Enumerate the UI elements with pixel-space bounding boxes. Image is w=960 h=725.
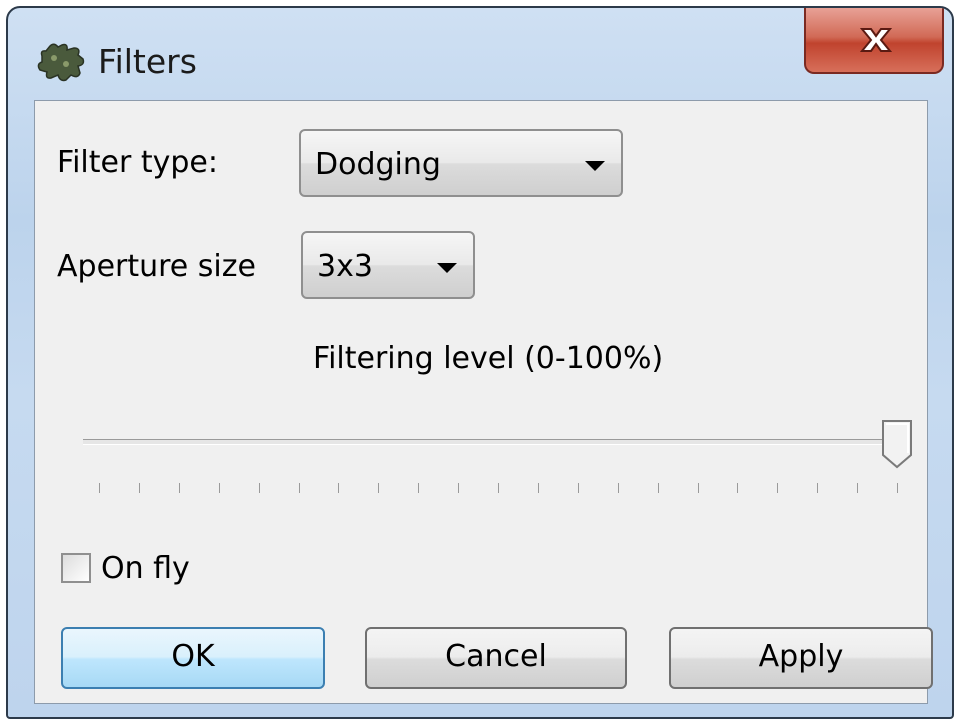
filter-type-value: Dodging [315,147,441,182]
window-title: Filters [98,42,197,81]
filter-type-dropdown[interactable]: Dodging [299,129,623,197]
slider-tick [218,483,220,493]
slider-tick [298,483,300,493]
close-icon [859,28,893,52]
apply-button[interactable]: Apply [669,627,933,689]
cancel-button[interactable]: Cancel [365,627,627,689]
slider-tick [378,483,380,493]
slider-tick [418,483,420,493]
slider-tick [737,483,739,493]
slider-tick [817,483,819,493]
slider-tick [657,483,659,493]
chevron-down-icon [585,161,605,171]
slider-tick [498,483,499,493]
aperture-size-dropdown[interactable]: 3x3 [301,231,475,299]
filters-dialog: Filters Filter type: Dodging Aperture si… [6,6,954,719]
on-fly-checkbox[interactable] [61,553,91,583]
slider-tick [258,483,260,493]
aperture-size-label: Aperture size [57,249,256,284]
aperture-size-value: 3x3 [317,249,373,284]
slider-tick [458,483,460,493]
slider-tick [99,483,100,493]
slider-tick [897,483,898,493]
dialog-body: Filter type: Dodging Aperture size 3x3 F… [34,100,933,704]
slider-tick [138,483,140,493]
slider-tick [697,483,699,493]
slider-tick [537,483,539,493]
filter-type-label: Filter type: [57,145,218,180]
slider-tick [178,483,180,493]
filtering-level-slider-thumb[interactable] [880,419,914,469]
slider-tick [857,483,859,493]
title-bar[interactable]: Filters [8,8,952,100]
ok-button[interactable]: OK [61,627,325,689]
filtering-level-label: Filtering level (0-100%) [313,341,664,376]
slider-tick [777,483,779,493]
slider-tick [617,483,619,493]
puzzle-icon [36,42,86,82]
on-fly-label: On fly [101,551,190,586]
slider-tick [577,483,579,493]
chevron-down-icon [437,263,457,273]
slider-tick [338,483,340,493]
filtering-level-slider-track[interactable] [83,439,909,445]
close-button[interactable] [804,8,944,74]
